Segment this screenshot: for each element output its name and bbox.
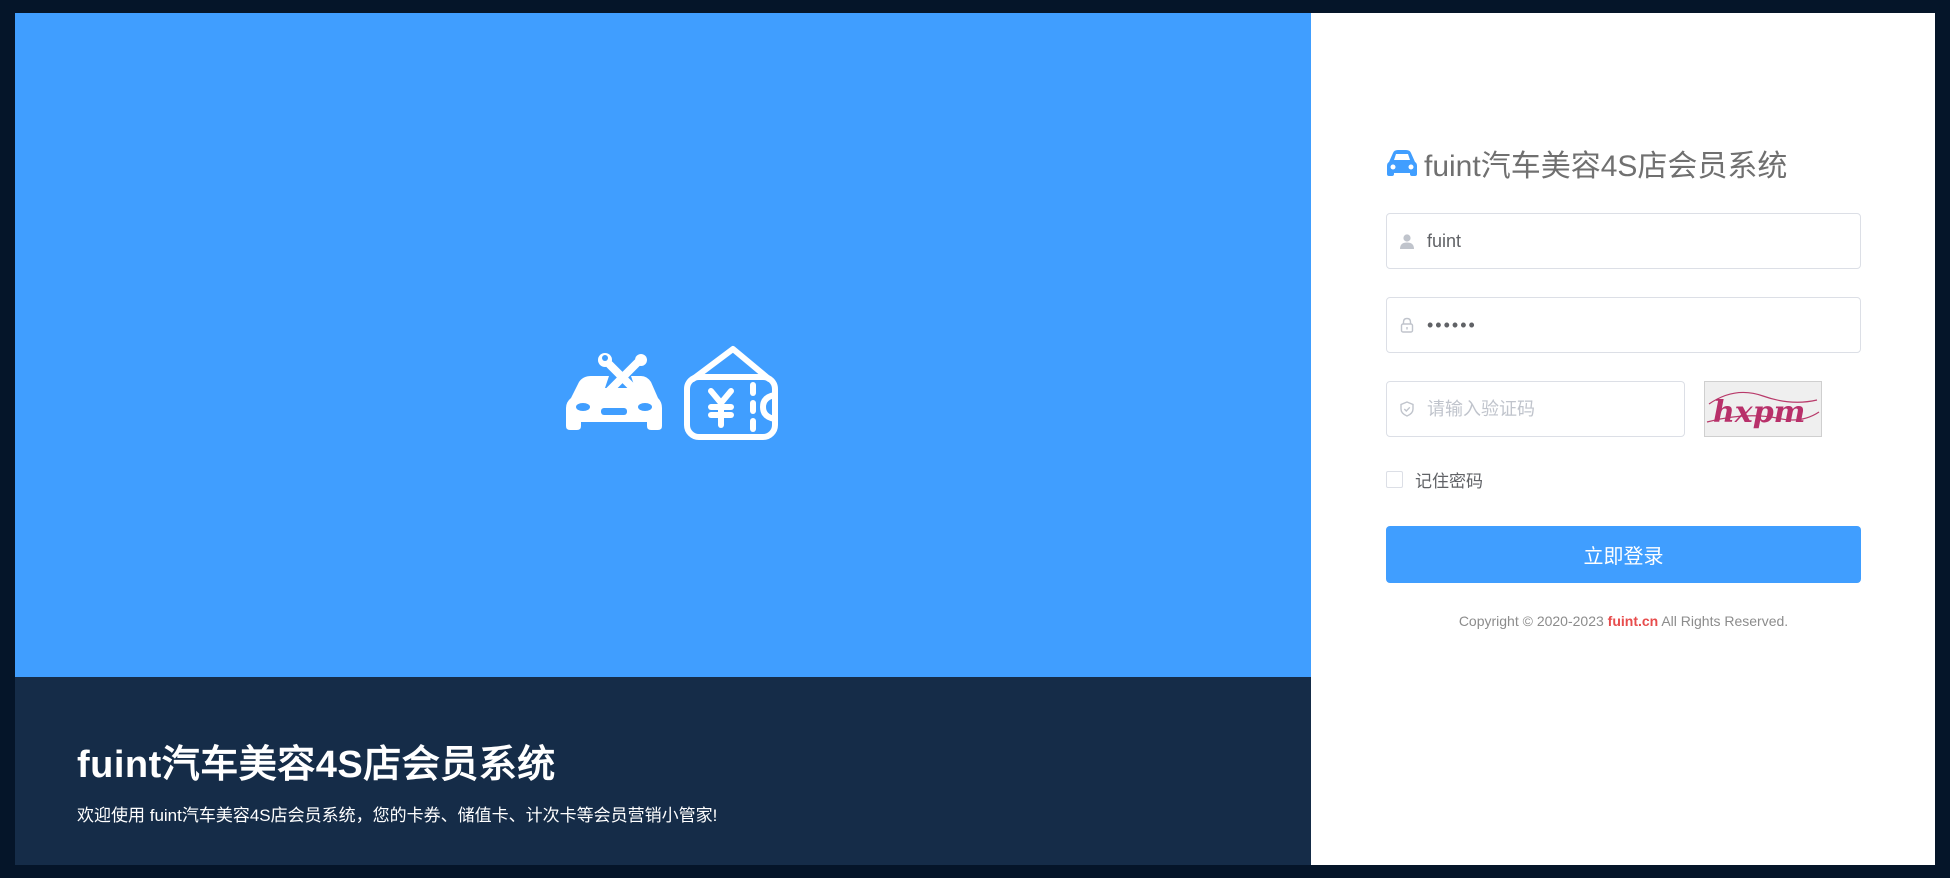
app-frame: fuint汽车美容4S店会员系统 欢迎使用 fuint汽车美容4S店会员系统，您…: [15, 13, 1935, 865]
welcome-band: fuint汽车美容4S店会员系统 欢迎使用 fuint汽车美容4S店会员系统，您…: [15, 677, 1311, 865]
captcha-image[interactable]: hxpm: [1704, 381, 1822, 437]
shield-check-icon: [1397, 399, 1417, 419]
copyright-prefix: Copyright © 2020-2023: [1458, 613, 1604, 629]
login-brand: fuint汽车美容4S店会员系统: [1386, 143, 1861, 183]
remember-checkbox[interactable]: [1386, 471, 1403, 488]
fields: •••••• hxpm: [1386, 213, 1861, 437]
hero-banner: [15, 13, 1311, 677]
password-field[interactable]: ••••••: [1386, 297, 1861, 353]
captcha-row: hxpm: [1386, 381, 1861, 437]
login-panel: fuint汽车美容4S店会员系统 ••••••: [1311, 13, 1935, 865]
hero-illustration: [565, 345, 779, 446]
captcha-text: hxpm: [1713, 395, 1805, 430]
welcome-title: fuint汽车美容4S店会员系统: [77, 744, 556, 786]
login-form: fuint汽车美容4S店会员系统 ••••••: [1386, 143, 1861, 629]
captcha-field[interactable]: [1386, 381, 1685, 437]
user-icon: [1397, 231, 1417, 251]
left-panel: fuint汽车美容4S店会员系统 欢迎使用 fuint汽车美容4S店会员系统，您…: [15, 13, 1311, 865]
username-field[interactable]: [1386, 213, 1861, 269]
wallet-coupon-icon: [683, 345, 779, 446]
car-icon: [1386, 148, 1418, 178]
copyright-link[interactable]: fuint.cn: [1608, 613, 1659, 629]
car-repair-icon: [565, 352, 663, 439]
brand-title: fuint汽车美容4S店会员系统: [1424, 150, 1788, 183]
password-input[interactable]: ••••••: [1427, 315, 1477, 336]
copyright: Copyright © 2020-2023 fuint.cn All Right…: [1386, 613, 1861, 629]
username-input[interactable]: [1427, 214, 1847, 268]
remember-row[interactable]: 记住密码: [1386, 467, 1861, 492]
copyright-suffix: All Rights Reserved.: [1661, 613, 1789, 629]
captcha-input[interactable]: [1427, 382, 1667, 436]
welcome-subtitle: 欢迎使用 fuint汽车美容4S店会员系统，您的卡券、储值卡、计次卡等会员营销小…: [77, 806, 718, 825]
lock-icon: [1397, 315, 1417, 335]
remember-label: 记住密码: [1415, 472, 1483, 491]
login-button[interactable]: 立即登录: [1386, 526, 1861, 583]
